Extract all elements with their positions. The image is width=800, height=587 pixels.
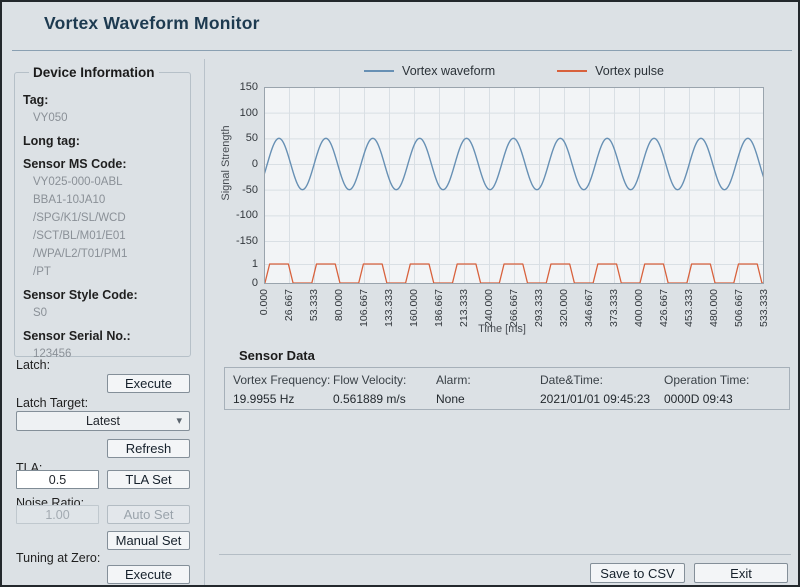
x-tick-label: 106.667	[358, 289, 370, 331]
style-code-label: Sensor Style Code:	[23, 288, 182, 302]
ms-code-label: Sensor MS Code:	[23, 157, 182, 171]
latch-target-label: Latch Target:	[16, 396, 88, 410]
manual-set-button[interactable]: Manual Set	[107, 531, 190, 550]
ms-code-line: VY025-000-0ABL	[33, 176, 182, 189]
date-time-value: 2021/01/01 09:45:23	[540, 392, 664, 406]
ms-code-line: /WPA/L2/T01/PM1	[33, 248, 182, 261]
tuning-execute-button[interactable]: Execute	[107, 565, 190, 584]
sensor-col-date-time: Date&Time: 2021/01/01 09:45:23	[540, 373, 664, 409]
date-time-label: Date&Time:	[540, 373, 664, 387]
latch-target-value: Latest	[86, 414, 120, 428]
sensor-data-panel: Vortex Frequency: 19.9955 Hz Flow Veloci…	[224, 367, 790, 410]
flow-velocity-label: Flow Velocity:	[333, 373, 436, 387]
alarm-value: None	[436, 392, 540, 406]
x-tick-label: 160.000	[408, 289, 420, 331]
x-tick-label: 26.667	[283, 289, 295, 331]
waveform-legend-label: Vortex waveform	[402, 64, 495, 78]
latch-target-select[interactable]: Latest ▾	[16, 411, 190, 431]
app-window: Vortex Waveform Monitor Device Informati…	[0, 0, 800, 587]
y-tick-label-pulse: 0	[226, 277, 258, 289]
chevron-down-icon: ▾	[176, 414, 182, 427]
x-tick-label: 506.667	[733, 289, 745, 331]
latch-label: Latch:	[16, 358, 50, 372]
vortex-frequency-value: 19.9955 Hz	[233, 392, 333, 406]
flow-velocity-value: 0.561889 m/s	[333, 392, 436, 406]
y-tick-label: 150	[226, 81, 258, 93]
y-tick-label: -150	[226, 235, 258, 247]
serial-value: 123456	[33, 348, 182, 361]
x-tick-label: 533.333	[758, 289, 770, 331]
auto-set-button[interactable]: Auto Set	[107, 505, 190, 524]
ms-code-line: BBA1-10JA10	[33, 194, 182, 207]
x-tick-label: 80.000	[333, 289, 345, 331]
waveform-legend-line	[364, 70, 394, 72]
vortex-frequency-label: Vortex Frequency:	[233, 373, 333, 387]
y-axis-title: Signal Strength	[220, 113, 232, 213]
tla-input[interactable]	[16, 470, 99, 489]
legend-item-waveform: Vortex waveform	[364, 64, 495, 78]
ms-code-line: /SCT/BL/M01/E01	[33, 230, 182, 243]
title-separator	[12, 50, 792, 51]
sensor-col-vortex-frequency: Vortex Frequency: 19.9955 Hz	[233, 373, 333, 409]
serial-label: Sensor Serial No.:	[23, 329, 182, 343]
x-tick-label: 400.000	[633, 289, 645, 331]
latch-execute-button[interactable]: Execute	[107, 374, 190, 393]
exit-button[interactable]: Exit	[694, 563, 788, 583]
style-code-value: S0	[33, 307, 182, 320]
chart-legend: Vortex waveform Vortex pulse	[264, 62, 764, 80]
page-title: Vortex Waveform Monitor	[44, 13, 260, 34]
pulse-legend-line	[557, 70, 587, 72]
footer-separator	[219, 554, 791, 555]
sensor-data-title: Sensor Data	[239, 348, 315, 363]
x-axis-title: Time [ms]	[432, 323, 572, 335]
waveform-chart	[264, 87, 764, 284]
device-information-group: Device Information Tag: VY050 Long tag: …	[14, 65, 191, 357]
sensor-col-alarm: Alarm: None	[436, 373, 540, 409]
refresh-button[interactable]: Refresh	[107, 439, 190, 458]
x-tick-label: 133.333	[383, 289, 395, 331]
alarm-label: Alarm:	[436, 373, 540, 387]
tla-set-button[interactable]: TLA Set	[107, 470, 190, 489]
sensor-col-flow-velocity: Flow Velocity: 0.561889 m/s	[333, 373, 436, 409]
x-tick-label: 453.333	[683, 289, 695, 331]
legend-item-pulse: Vortex pulse	[557, 64, 664, 78]
tag-value: VY050	[33, 112, 182, 125]
noise-ratio-input[interactable]	[16, 505, 99, 524]
sensor-col-operation-time: Operation Time: 0000D 09:43	[664, 373, 789, 409]
x-tick-label: 373.333	[608, 289, 620, 331]
x-tick-label: 53.333	[308, 289, 320, 331]
vertical-divider	[204, 59, 205, 585]
pulse-legend-label: Vortex pulse	[595, 64, 664, 78]
x-tick-label: 426.667	[658, 289, 670, 331]
x-tick-label: 346.667	[583, 289, 595, 331]
operation-time-value: 0000D 09:43	[664, 392, 789, 406]
tag-label: Tag:	[23, 93, 182, 107]
save-to-csv-button[interactable]: Save to CSV	[590, 563, 685, 583]
chart-canvas	[264, 87, 764, 284]
operation-time-label: Operation Time:	[664, 373, 789, 387]
device-information-title: Device Information	[29, 65, 159, 80]
x-tick-label: 480.000	[708, 289, 720, 331]
tuning-at-zero-label: Tuning at Zero:	[16, 551, 100, 565]
ms-code-line: /SPG/K1/SL/WCD	[33, 212, 182, 225]
long-tag-label: Long tag:	[23, 134, 182, 148]
y-tick-label-pulse: 1	[226, 258, 258, 270]
ms-code-line: /PT	[33, 266, 182, 279]
x-tick-label: 0.000	[258, 289, 270, 331]
